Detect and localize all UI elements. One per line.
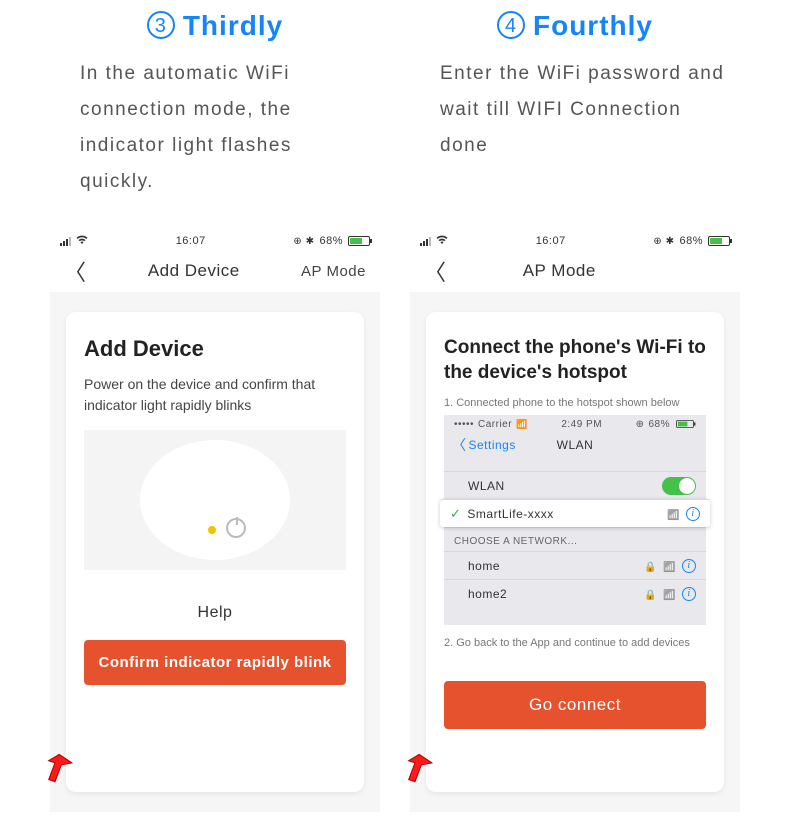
step-4-heading: 4 Fourthly	[410, 10, 740, 42]
go-connect-button[interactable]: Go connect	[444, 681, 706, 729]
wlan-nav-title: WLAN	[444, 438, 706, 452]
status-bar: 16:07 ⊕ ✱ 68%	[50, 232, 380, 250]
status-bar: 16:07 ⊕ ✱ 68%	[410, 232, 740, 250]
wlan-status-bar: ••••• Carrier 📶 2:49 PM ⊕ 68%	[444, 415, 706, 433]
battery-icon	[348, 236, 370, 246]
led-indicator-icon	[208, 526, 216, 534]
confirm-blink-button[interactable]: Confirm indicator rapidly blink	[84, 640, 346, 685]
battery-pct: 68%	[319, 235, 343, 247]
step-3-label: Thirdly	[183, 10, 283, 41]
nav-title: AP Mode	[523, 261, 596, 281]
lock-icon	[644, 587, 657, 601]
nav-bar: 〈 Add Device AP Mode	[50, 250, 380, 292]
info-icon[interactable]: i	[686, 507, 700, 521]
step-3-heading: 3 Thirdly	[50, 10, 380, 42]
nav-title: Add Device	[148, 261, 240, 281]
card-title: Connect the phone's Wi-Fi to the device'…	[444, 336, 706, 385]
network-name: home2	[468, 587, 507, 601]
battery-icon	[708, 236, 730, 246]
nav-bar: 〈 AP Mode	[410, 250, 740, 292]
device-illustration	[84, 430, 346, 570]
back-icon[interactable]: 〈	[64, 255, 87, 287]
signal-icon	[420, 237, 431, 246]
step-3-description: In the automatic WiFi connection mode, t…	[50, 56, 380, 228]
info-icon[interactable]: i	[682, 587, 696, 601]
wifi-icon	[76, 234, 88, 248]
step-3-number: 3	[147, 11, 175, 39]
network-row-home[interactable]: home i	[444, 551, 706, 579]
choose-network-header: CHOOSE A NETWORK...	[444, 527, 706, 551]
ap-mode-card: Connect the phone's Wi-Fi to the device'…	[426, 312, 724, 792]
info-icon[interactable]: i	[682, 559, 696, 573]
pointer-arrow-icon	[34, 746, 76, 788]
wifi-icon: 📶	[516, 419, 528, 430]
misc-status-icon: ⊕	[636, 419, 645, 430]
selected-network-name: SmartLife-xxxx	[467, 507, 553, 521]
wifi-icon	[667, 507, 680, 521]
wifi-icon	[663, 587, 676, 601]
network-name: home	[468, 559, 500, 573]
wifi-icon	[663, 559, 676, 573]
instruction-2: 2. Go back to the App and continue to ad…	[444, 637, 706, 649]
wlan-toggle-label: WLAN	[468, 479, 505, 493]
wlan-toggle-row[interactable]: WLAN	[444, 471, 706, 499]
step-4-label: Fourthly	[533, 10, 653, 41]
pointer-arrow-icon	[394, 746, 436, 788]
phone-screenshot-4: 16:07 ⊕ ✱ 68% 〈 AP Mode Connect the phon…	[410, 232, 740, 812]
wlan-battery-pct: 68%	[648, 419, 670, 430]
battery-icon	[676, 420, 694, 428]
status-time: 16:07	[536, 235, 566, 247]
carrier-label: Carrier	[478, 419, 512, 430]
status-time: 16:07	[176, 235, 206, 247]
ap-mode-link[interactable]: AP Mode	[301, 263, 366, 280]
signal-icon	[60, 237, 71, 246]
add-device-card: Add Device Power on the device and confi…	[66, 312, 364, 792]
misc-status-icon: ⊕ ✱	[293, 236, 314, 247]
step-4-description: Enter the WiFi password and wait till WI…	[410, 56, 740, 228]
network-row-home2[interactable]: home2 i	[444, 579, 706, 607]
carrier-dots-icon: •••••	[454, 419, 474, 430]
wlan-settings-preview: ••••• Carrier 📶 2:49 PM ⊕ 68% 〈Settings	[444, 415, 706, 625]
back-icon[interactable]: 〈	[424, 255, 447, 287]
wlan-time: 2:49 PM	[561, 419, 602, 430]
instruction-1: 1. Connected phone to the hotspot shown …	[444, 397, 706, 409]
checkmark-icon: ✓	[450, 506, 461, 522]
card-subtitle: Power on the device and confirm that ind…	[84, 374, 346, 416]
lock-icon	[644, 559, 657, 573]
wifi-icon	[436, 234, 448, 248]
wlan-nav: 〈Settings WLAN	[444, 433, 706, 457]
misc-status-icon: ⊕ ✱	[653, 236, 674, 247]
card-title: Add Device	[84, 336, 346, 362]
power-icon	[226, 518, 246, 538]
phone-screenshot-3: 16:07 ⊕ ✱ 68% 〈 Add Device AP Mode Add D…	[50, 232, 380, 812]
toggle-switch-icon[interactable]	[662, 477, 696, 495]
step-4-number: 4	[497, 11, 525, 39]
battery-pct: 68%	[679, 235, 703, 247]
help-link[interactable]: Help	[84, 604, 346, 622]
wlan-selected-network-row[interactable]: ✓ SmartLife-xxxx i	[440, 499, 710, 527]
